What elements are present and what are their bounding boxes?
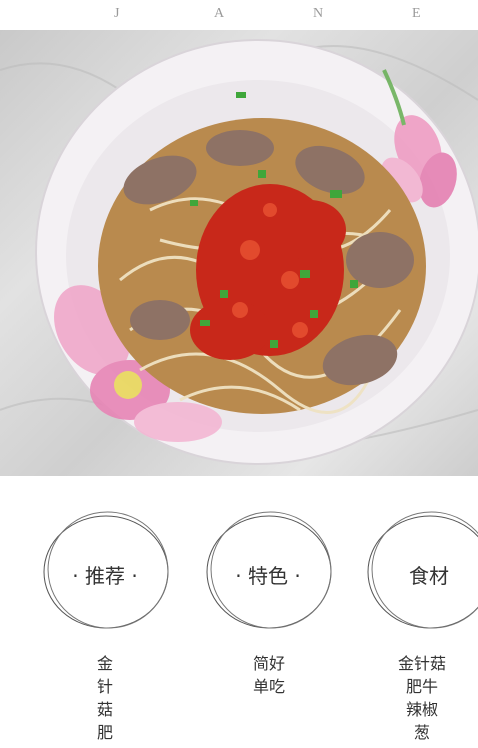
recommend-circle: · 推荐 · — [40, 510, 180, 638]
noodle-bowl-image — [0, 39, 478, 465]
ingredient-line: 肥牛 — [405, 677, 438, 696]
ingredients-label: 食材 — [409, 564, 449, 588]
recommend-line: 肥 — [96, 723, 113, 742]
recommend-label: · 推荐 · — [72, 564, 138, 588]
recommend-line: 金 — [96, 654, 113, 673]
recommend-line: 菇 — [96, 700, 113, 719]
header: J A N E — [0, 0, 478, 30]
feature-text: 简好 单吃 — [248, 652, 290, 698]
info-section: · 推荐 · · 特色 · 食材 金 针 菇 肥 简好 单吃 金针菇 肥牛 辣椒… — [0, 476, 478, 748]
feature-line: 单吃 — [252, 677, 285, 696]
ingredients-text: 金针菇 肥牛 辣椒 葱 — [392, 652, 452, 744]
recommend-line: 针 — [96, 677, 113, 696]
ingredient-line: 辣椒 — [405, 700, 438, 719]
header-letter-a: A — [214, 6, 226, 21]
recommend-text: 金 针 菇 肥 — [92, 652, 118, 744]
feature-line: 简好 — [252, 654, 285, 673]
feature-label: · 特色 · — [235, 564, 301, 588]
ingredient-line: 金针菇 — [397, 654, 446, 673]
header-letter-e: E — [412, 6, 422, 21]
feature-circle: · 特色 · — [203, 510, 343, 638]
header-letter-n: N — [313, 6, 325, 21]
noodle-bowl-photo — [0, 30, 478, 476]
header-letter-j: J — [114, 6, 121, 21]
ingredient-line: 葱 — [413, 723, 430, 742]
ingredients-circle: 食材 — [364, 510, 478, 638]
